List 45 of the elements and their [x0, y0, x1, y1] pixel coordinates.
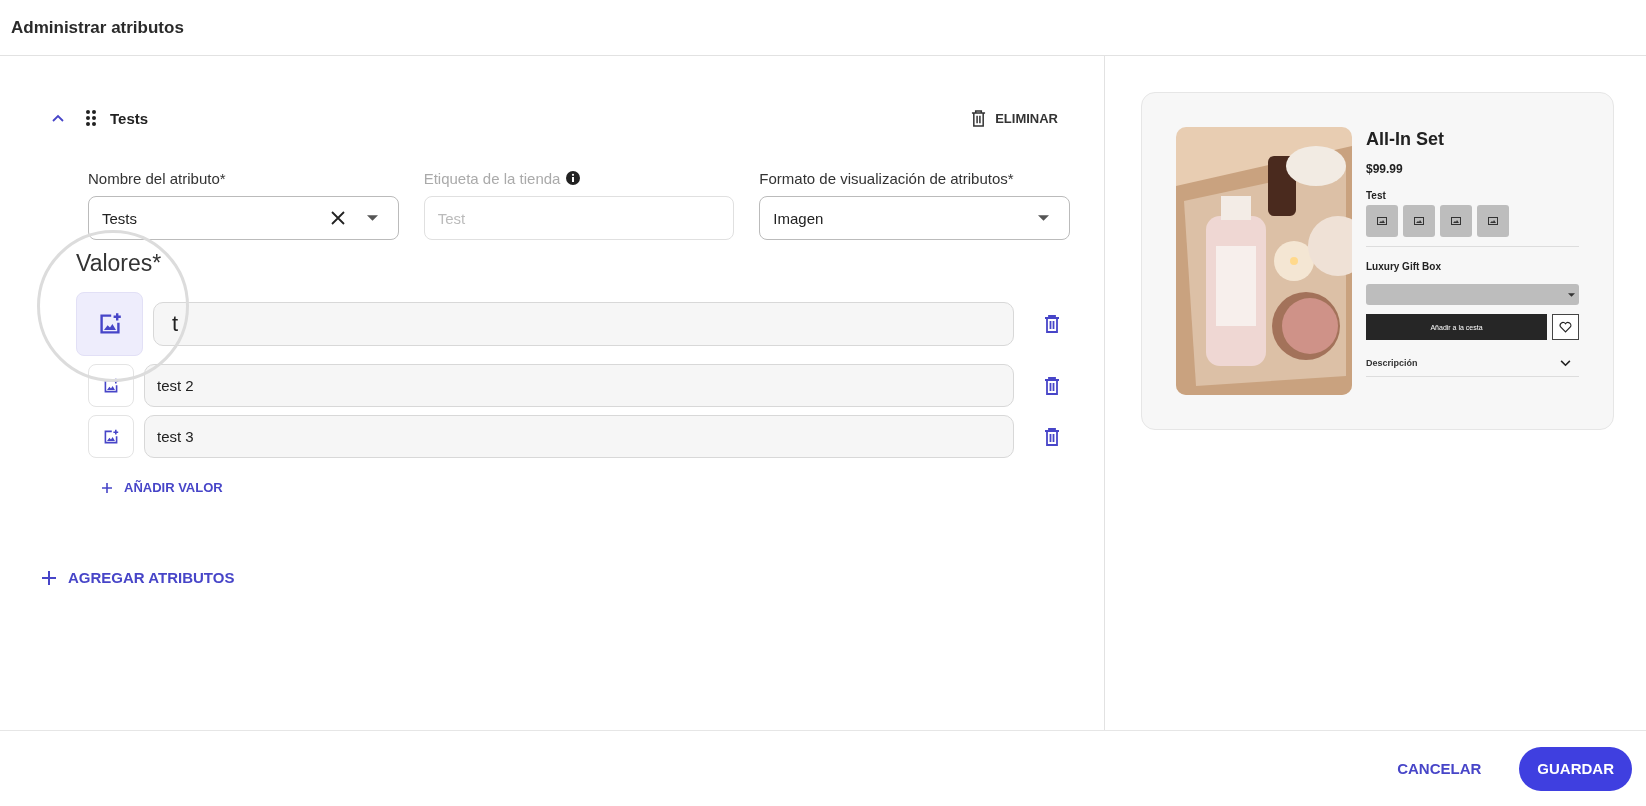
select-field[interactable]: Tests — [88, 196, 399, 240]
chevron-icon[interactable] — [52, 114, 64, 122]
delete-button[interactable]: ELIMINAR — [967, 105, 1062, 131]
field-label: Formato de visualización de atributos* — [759, 169, 1014, 187]
delete-icon[interactable] — [1044, 376, 1060, 395]
attribute-name: Tests — [110, 109, 149, 127]
add-image-icon — [103, 428, 119, 445]
description-toggle[interactable]: Descripción — [1366, 358, 1418, 368]
image-upload-button[interactable] — [88, 364, 134, 407]
image-swatch[interactable] — [1366, 205, 1398, 237]
save-button[interactable]: GUARDAR — [1519, 746, 1632, 791]
dropdown-caret-icon[interactable] — [366, 215, 378, 221]
heart-icon — [1559, 321, 1572, 333]
delete-icon[interactable] — [1044, 315, 1060, 333]
wishlist-button[interactable] — [1552, 314, 1579, 340]
cancel-button[interactable]: CANCELAR — [1389, 752, 1490, 785]
value-input[interactable]: t — [153, 302, 1014, 346]
image-upload-button[interactable] — [76, 292, 143, 356]
field-label: Etiqueta de la tienda — [423, 169, 561, 187]
product-price: $99.99 — [1366, 162, 1404, 176]
image-swatch[interactable] — [1477, 205, 1509, 237]
field-label: Nombre del atributo* — [88, 169, 226, 187]
dropdown-caret-icon[interactable] — [1038, 215, 1049, 221]
dropdown-caret-icon — [1568, 292, 1575, 297]
value-input[interactable]: test 3 — [144, 415, 1014, 458]
image-upload-button[interactable] — [88, 415, 134, 458]
chevron-icon[interactable] — [1560, 359, 1571, 367]
image-swatch[interactable] — [1403, 205, 1435, 237]
select-field[interactable]: Imagen — [759, 196, 1070, 240]
plus-icon — [42, 570, 56, 585]
trash-icon — [971, 109, 987, 127]
value-input[interactable]: test 2 — [144, 364, 1014, 407]
plus-icon — [102, 482, 112, 493]
delete-icon[interactable] — [1044, 427, 1060, 446]
section-label: Luxury Gift Box — [1366, 261, 1442, 272]
add-value-button[interactable]: AÑADIR VALOR — [98, 476, 227, 499]
clear-icon[interactable] — [330, 211, 345, 225]
image-swatch[interactable] — [1440, 205, 1472, 237]
values-label: Valores* — [76, 250, 163, 278]
option-label: Test — [1366, 190, 1387, 201]
product-title: All-In Set — [1366, 129, 1445, 150]
drag-handle-icon[interactable] — [86, 110, 96, 126]
add-image-icon — [97, 312, 122, 336]
page-title: Administrar atributos — [11, 17, 184, 38]
add-attributes-button[interactable]: AGREGAR ATRIBUTOS — [38, 565, 239, 590]
